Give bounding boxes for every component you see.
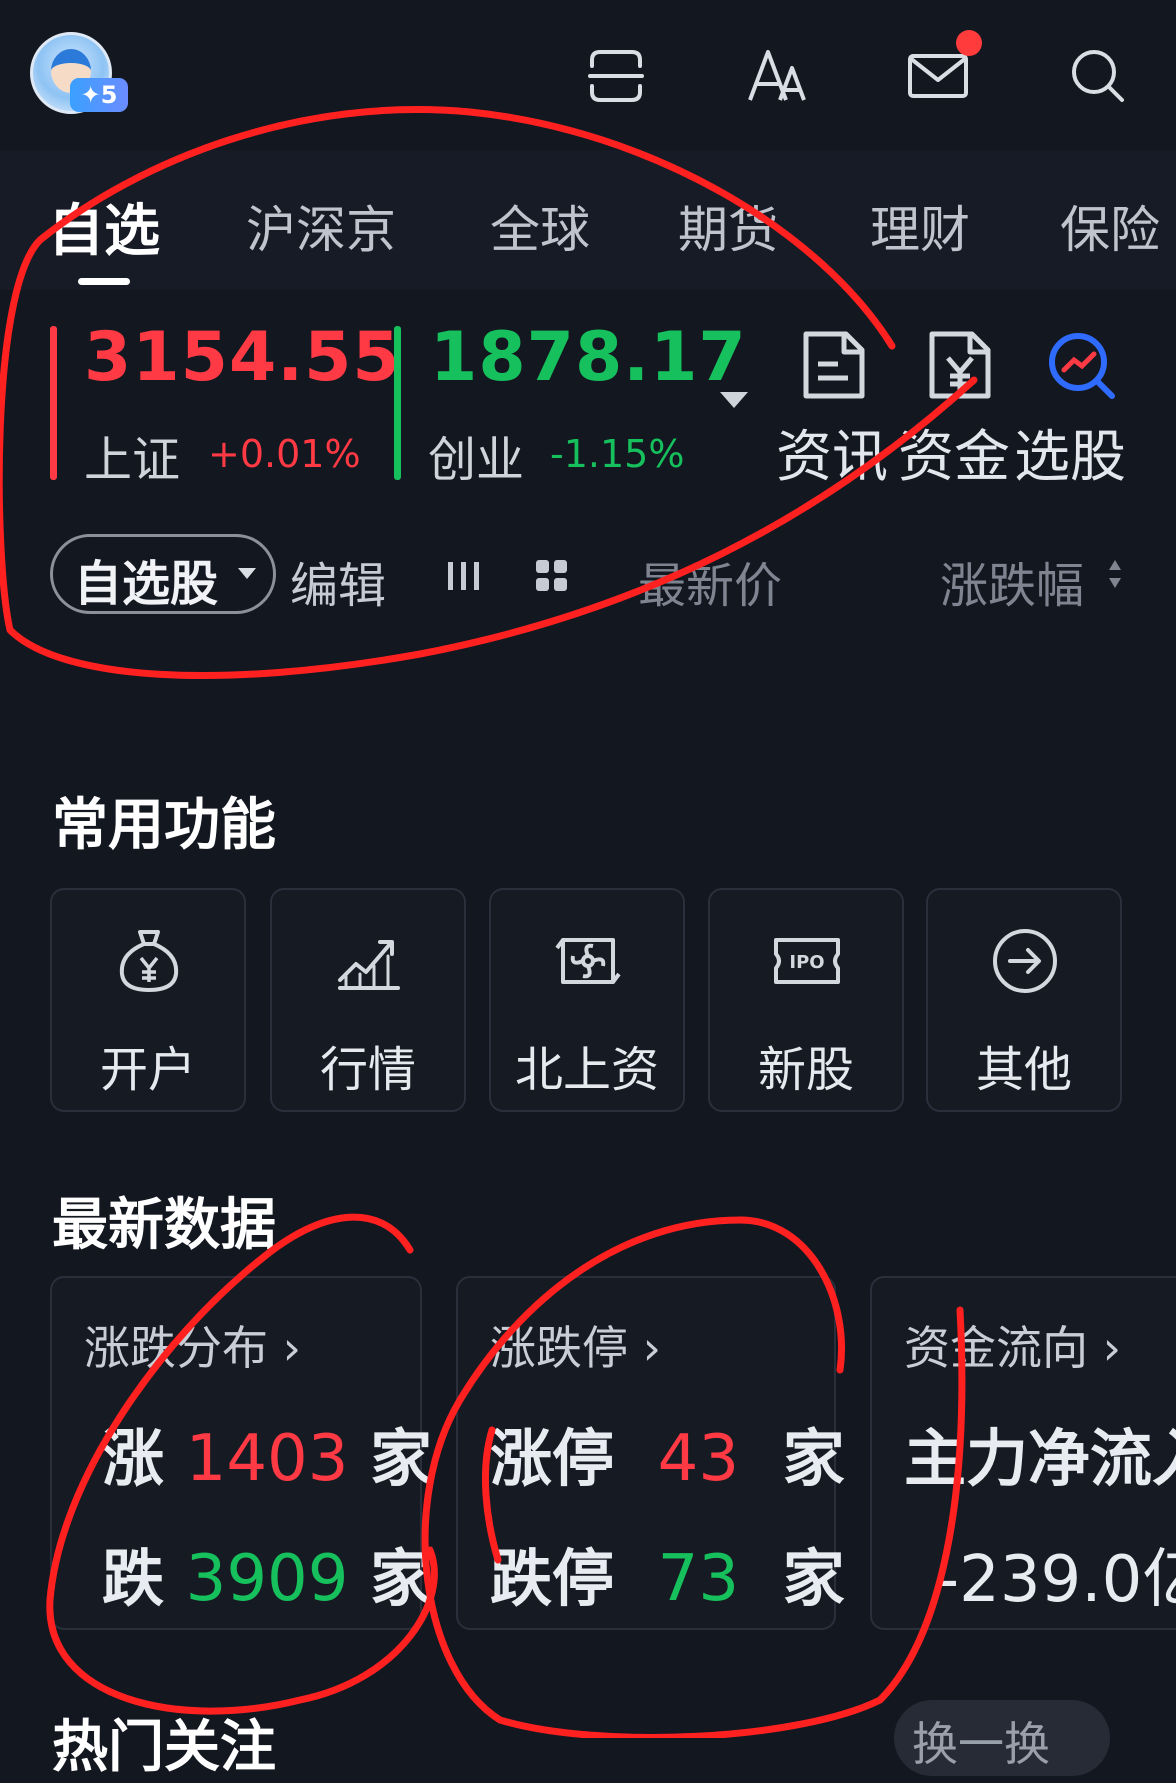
edit-button[interactable]: 编辑 xyxy=(290,546,386,616)
function-open-account[interactable]: 开户 xyxy=(50,888,246,1112)
card-limit-up-down[interactable]: 涨跌停 › 涨停 43 家 跌停 73 家 xyxy=(456,1276,845,1630)
sse-index-name: 上证 xyxy=(84,432,181,488)
grid-view-icon[interactable] xyxy=(532,556,572,596)
function-label: 其他 xyxy=(975,1042,1072,1098)
tab-wealth[interactable]: 理财 xyxy=(870,190,970,262)
svg-text:IPO: IPO xyxy=(789,952,824,973)
chinext-index-value[interactable]: 1878.17 xyxy=(430,318,747,397)
sort-icon[interactable] xyxy=(1106,556,1124,592)
news-link[interactable]: 资讯 xyxy=(776,412,888,493)
unread-dot xyxy=(956,30,982,56)
chinext-index-change: -1.15% xyxy=(550,432,685,476)
card-up-down-distribution[interactable]: 涨跌分布 › 涨 1403 家 跌 3909 家 xyxy=(50,1276,432,1630)
card-title: 涨跌停 › xyxy=(490,1321,662,1375)
tab-insurance[interactable]: 保险 xyxy=(1060,190,1160,262)
function-market[interactable]: 行情 xyxy=(270,888,466,1112)
sse-index-value[interactable]: 3154.55 xyxy=(84,318,401,397)
expand-indices-icon[interactable] xyxy=(720,392,748,408)
active-tab-indicator xyxy=(78,278,130,285)
function-label: 北上资 xyxy=(514,1042,659,1098)
capital-flow-value: -239.0亿 xyxy=(936,1543,1176,1617)
capital-flow-label: 主力净流入 xyxy=(904,1422,1176,1495)
function-label: 行情 xyxy=(319,1042,416,1098)
stock-picker-link[interactable]: 选股 xyxy=(1014,412,1126,493)
function-northbound[interactable]: 北上资 xyxy=(489,888,685,1112)
column-change-percent[interactable]: 涨跌幅 xyxy=(940,546,1084,616)
function-label: 新股 xyxy=(757,1042,854,1098)
card-capital-flow[interactable]: 资金流向 › 主力净流入 -239.0亿 xyxy=(870,1276,1176,1630)
chart-trend-icon xyxy=(334,926,404,996)
level-badge: ✦5 xyxy=(70,78,128,112)
index-down-marker xyxy=(394,326,401,480)
news-doc-icon[interactable] xyxy=(798,328,872,402)
sse-index-change: +0.01% xyxy=(208,432,361,476)
card-title: 涨跌分布 › xyxy=(84,1321,302,1375)
up-count-row: 涨 1403 家 xyxy=(102,1422,433,1496)
tab-a-shares[interactable]: 沪深京 xyxy=(246,190,396,262)
tab-futures[interactable]: 期货 xyxy=(678,190,778,262)
chinext-index-name: 创业 xyxy=(428,432,525,488)
money-bag-icon xyxy=(114,926,184,996)
list-view-icon[interactable] xyxy=(444,556,484,596)
column-latest-price[interactable]: 最新价 xyxy=(638,546,782,616)
section-title-latest-data: 最新数据 xyxy=(52,1193,276,1258)
limit-down-row: 跌停 73 家 xyxy=(490,1542,845,1616)
hk-flower-icon xyxy=(553,926,623,996)
down-count-row: 跌 3909 家 xyxy=(102,1542,433,1616)
refresh-label: 换一换 xyxy=(912,1717,1050,1771)
font-size-icon[interactable] xyxy=(744,44,808,108)
yuan-doc-icon[interactable] xyxy=(924,328,998,402)
card-title: 资金流向 › xyxy=(904,1321,1122,1375)
function-other[interactable]: 其他 xyxy=(926,888,1122,1112)
limit-up-row: 涨停 43 家 xyxy=(490,1422,845,1496)
tab-global[interactable]: 全球 xyxy=(490,190,590,262)
stock-picker-icon[interactable] xyxy=(1044,328,1118,402)
function-ipo[interactable]: IPO 新股 xyxy=(708,888,904,1112)
section-title-common-functions: 常用功能 xyxy=(52,793,276,858)
arrow-circle-icon xyxy=(990,926,1060,996)
mail-icon[interactable] xyxy=(906,44,970,108)
capital-link[interactable]: 资金 xyxy=(898,412,1010,493)
chevron-down-icon xyxy=(238,568,256,579)
section-title-hot: 热门关注 xyxy=(52,1715,276,1780)
tab-watchlist[interactable]: 自选 xyxy=(48,186,160,267)
function-label: 开户 xyxy=(99,1042,196,1098)
scan-icon[interactable] xyxy=(584,44,648,108)
search-icon[interactable] xyxy=(1066,44,1130,108)
index-up-marker xyxy=(50,326,57,480)
watchlist-group-label: 自选股 xyxy=(74,556,219,612)
ipo-ticket-icon: IPO xyxy=(772,926,842,996)
